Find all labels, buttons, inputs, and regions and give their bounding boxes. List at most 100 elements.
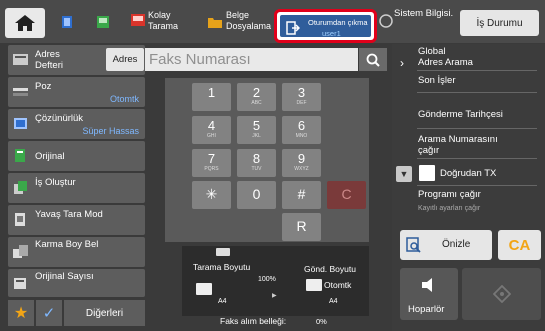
exposure-value: Otomtk <box>109 94 139 104</box>
chevron-right-icon[interactable]: › <box>400 56 404 70</box>
clear-all-button[interactable]: CA <box>498 230 541 260</box>
slow-scan-label: Yavaş Tara Mod <box>35 209 103 220</box>
check-button[interactable]: ✓ <box>36 300 62 326</box>
arrow-right-icon: ▶ <box>272 293 277 299</box>
easy-scan-icon <box>131 14 145 26</box>
key-7[interactable]: 7 PQRS <box>192 149 231 177</box>
chevron-down-icon: ▼ <box>399 169 409 179</box>
global-address-search[interactable]: Global Adres Arama <box>418 46 473 68</box>
logout-icon <box>286 21 300 35</box>
send-size-a4: A4 <box>329 298 338 305</box>
divider <box>417 185 537 186</box>
send-size-label: Gönd. Boyutu <box>304 264 356 274</box>
direct-tx-checkbox[interactable] <box>419 165 435 181</box>
copy-mode-button[interactable] <box>52 8 82 38</box>
check-icon: ✓ <box>42 305 56 322</box>
scan-size-value: A4 <box>218 298 227 305</box>
key-5[interactable]: 5 JKL <box>237 116 276 144</box>
folder-icon <box>208 18 222 28</box>
expand-button[interactable]: ▼ <box>396 166 412 182</box>
job-build-button[interactable]: İş Oluştur <box>8 173 145 203</box>
system-info-button[interactable]: Sistem Bilgisi. <box>394 8 453 19</box>
key-redial[interactable]: R <box>282 213 321 241</box>
star-icon: ★ <box>13 305 29 322</box>
original-count-button[interactable]: Orijinal Sayısı <box>8 269 145 297</box>
others-label: Diğerleri <box>85 307 124 319</box>
key-2[interactable]: 2 ABC <box>237 83 276 111</box>
divider <box>417 70 537 71</box>
divider <box>417 158 537 159</box>
program-call-sub: Kayıtlı ayarları çağır <box>418 205 481 212</box>
slow-scan-icon <box>15 213 25 226</box>
easy-scan-button[interactable]: Kolay Tarama <box>128 6 198 38</box>
original-button[interactable]: Orijinal <box>8 141 145 171</box>
start-button[interactable] <box>462 268 541 320</box>
address-button[interactable]: Adres <box>106 48 144 71</box>
send-history[interactable]: Gönderme Tarihçesi <box>418 109 503 120</box>
home-button[interactable] <box>5 8 45 38</box>
key-star[interactable]: ✳ <box>192 181 231 209</box>
easy-scan-label: Kolay Tarama <box>148 10 179 31</box>
mixed-size-label: Karma Boy Bel <box>35 239 99 250</box>
direct-tx-label: Doğrudan TX <box>440 168 497 179</box>
program-call[interactable]: Programı çağır <box>418 189 481 200</box>
original-count-icon <box>14 278 26 289</box>
original-count-label: Orijinal Sayısı <box>35 271 94 282</box>
job-status-button[interactable]: İş Durumu <box>460 10 539 36</box>
recent-jobs[interactable]: Son İşler <box>418 75 456 86</box>
key-4[interactable]: 4 GHI <box>192 116 231 144</box>
mixed-size-button[interactable]: Karma Boy Bel <box>8 237 145 267</box>
favorite-button[interactable]: ★ <box>8 300 34 326</box>
resolution-button[interactable]: Çözünürlük Süper Hassas <box>8 109 145 139</box>
search-button[interactable] <box>359 48 387 71</box>
key-1[interactable]: 1 <box>192 83 231 111</box>
mixed-size-icon <box>13 245 28 258</box>
key-6[interactable]: 6 MNO <box>282 116 321 144</box>
fax-memory-label: Faks alım belleği: <box>220 316 287 326</box>
address-book-label: Adres Defteri <box>35 49 63 71</box>
job-build-label: İş Oluştur <box>35 177 76 188</box>
send-size-value: Otomtk <box>324 280 352 290</box>
resolution-value: Süper Hassas <box>82 126 139 136</box>
exposure-label: Poz <box>35 81 52 92</box>
others-button[interactable]: Diğerleri <box>64 300 145 326</box>
scan-paper-icon <box>196 283 212 295</box>
address-book-icon <box>13 54 28 65</box>
exposure-icon <box>13 88 28 96</box>
key-3[interactable]: 3 DEF <box>282 83 321 111</box>
job-build-icon <box>14 181 27 194</box>
preview-icon <box>406 237 421 253</box>
fax-memory-value: 0% <box>316 317 327 326</box>
fax-number-field[interactable]: Faks Numarası <box>145 48 358 71</box>
exposure-button[interactable]: Poz Otomtk <box>8 77 145 107</box>
document-filing-button[interactable]: Belge Dosyalama <box>206 6 272 38</box>
fax-mode-button[interactable] <box>88 8 118 38</box>
key-0[interactable]: 0 <box>237 181 276 209</box>
original-label: Orijinal <box>35 151 65 162</box>
key-9[interactable]: 9 WXYZ <box>282 149 321 177</box>
search-icon <box>366 53 380 67</box>
key-8[interactable]: 8 TUV <box>237 149 276 177</box>
copy-icon <box>62 16 72 28</box>
resolution-icon <box>14 118 27 129</box>
key-clear[interactable]: C <box>327 181 366 209</box>
top-bar: Kolay Tarama Belge Dosyalama Oturumdan çık… <box>0 0 545 43</box>
preview-button[interactable]: Önizle <box>400 230 492 260</box>
ratio-label: 100% <box>258 276 276 283</box>
document-filing-label: Belge Dosyalama <box>226 10 272 31</box>
original-icon <box>15 149 25 162</box>
logout-button[interactable]: Oturumdan çıkma user1 <box>274 9 377 43</box>
speaker-label: Hoparlör <box>408 304 445 315</box>
resolution-label: Çözünürlük <box>35 113 84 124</box>
send-paper-icon <box>306 279 322 291</box>
logout-label: Oturumdan çıkma <box>308 18 368 27</box>
speaker-button[interactable]: Hoparlör <box>400 268 458 320</box>
scanner-icon <box>216 248 230 256</box>
logged-in-user: user1 <box>322 29 341 38</box>
home-icon <box>15 15 35 31</box>
call-number[interactable]: Arama Numarasını çağır <box>418 134 498 156</box>
speaker-icon <box>422 278 432 292</box>
key-hash[interactable]: # <box>282 181 321 209</box>
slow-scan-button[interactable]: Yavaş Tara Mod <box>8 205 145 235</box>
info-icon <box>379 14 393 28</box>
